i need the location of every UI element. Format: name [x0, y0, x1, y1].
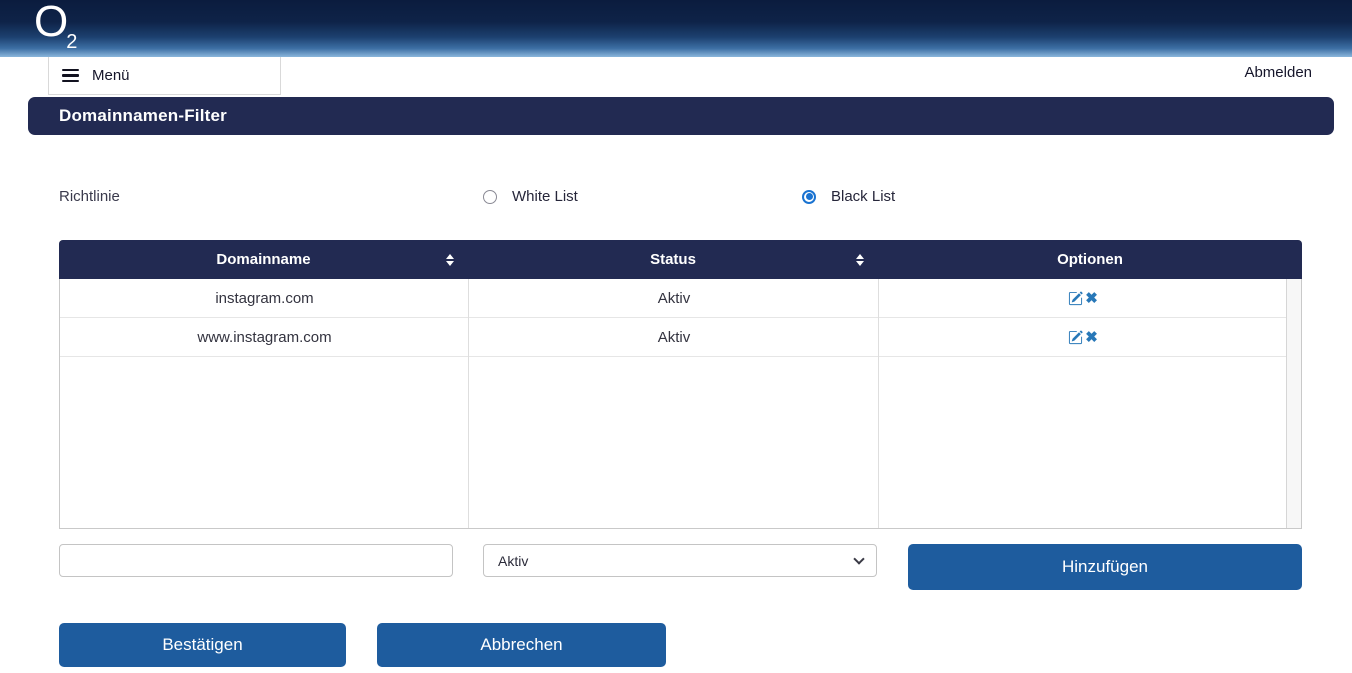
- menu-bar: Menü Abmelden: [0, 57, 1352, 96]
- cell-options: ✖: [879, 329, 1286, 345]
- new-domain-input[interactable]: [59, 544, 453, 577]
- logout-link[interactable]: Abmelden: [1244, 64, 1312, 81]
- radio-black-list-circle[interactable]: [802, 189, 816, 204]
- sort-arrows-icon[interactable]: [446, 253, 454, 266]
- delete-icon[interactable]: ✖: [1085, 291, 1098, 306]
- column-header-domainname-label: Domainname: [216, 251, 311, 268]
- cell-status: Aktiv: [657, 328, 691, 346]
- cell-status: Aktiv: [657, 289, 691, 307]
- o2-logo-text: O: [34, 0, 69, 46]
- menu-button-label: Menü: [92, 67, 130, 84]
- radio-black-list[interactable]: Black List: [802, 188, 895, 205]
- table-row: instagram.com Aktiv ✖: [60, 279, 1301, 318]
- hamburger-icon: [62, 68, 79, 83]
- radio-white-list-label: White List: [512, 188, 578, 205]
- menu-button[interactable]: Menü: [48, 57, 281, 95]
- table-row: www.instagram.com Aktiv ✖: [60, 318, 1301, 357]
- table-body: instagram.com Aktiv ✖ www.instagram.com …: [60, 279, 1301, 528]
- status-select-wrap: Aktiv: [483, 544, 877, 577]
- cell-options: ✖: [879, 290, 1286, 306]
- column-header-status-label: Status: [650, 251, 696, 268]
- column-divider: [878, 279, 879, 528]
- domain-filter-page: O2 Menü Abmelden Domainnamen-Filter Rich…: [0, 0, 1352, 673]
- page-title-bar: Domainnamen-Filter: [28, 97, 1334, 135]
- cell-domainname: www.instagram.com: [197, 328, 332, 346]
- column-header-domainname[interactable]: Domainname: [59, 240, 468, 279]
- edit-icon[interactable]: [1067, 329, 1083, 345]
- radio-white-list[interactable]: White List: [483, 188, 578, 205]
- delete-icon[interactable]: ✖: [1085, 330, 1098, 345]
- status-select[interactable]: Aktiv: [483, 544, 877, 577]
- column-divider: [468, 279, 469, 528]
- radio-black-list-label: Black List: [831, 188, 896, 205]
- o2-logo-subscript: 2: [66, 31, 78, 53]
- domain-filter-table: Domainname Status Optionen instagram.com…: [59, 240, 1302, 529]
- app-header: O2: [0, 0, 1352, 57]
- confirm-button[interactable]: Bestätigen: [59, 623, 346, 667]
- cell-domainname: instagram.com: [215, 289, 314, 307]
- o2-logo: O2: [34, 0, 77, 52]
- radio-white-list-circle[interactable]: [483, 189, 497, 204]
- column-header-options: Optionen: [878, 240, 1302, 279]
- policy-label: Richtlinie: [59, 188, 120, 205]
- sort-arrows-icon[interactable]: [856, 253, 864, 266]
- column-header-options-label: Optionen: [1057, 251, 1123, 268]
- edit-icon[interactable]: [1067, 290, 1083, 306]
- table-scrollbar[interactable]: [1286, 279, 1301, 528]
- page-title: Domainnamen-Filter: [59, 106, 227, 125]
- cancel-button[interactable]: Abbrechen: [377, 623, 666, 667]
- add-button[interactable]: Hinzufügen: [908, 544, 1302, 590]
- column-header-status[interactable]: Status: [468, 240, 878, 279]
- table-header-row: Domainname Status Optionen: [59, 240, 1302, 279]
